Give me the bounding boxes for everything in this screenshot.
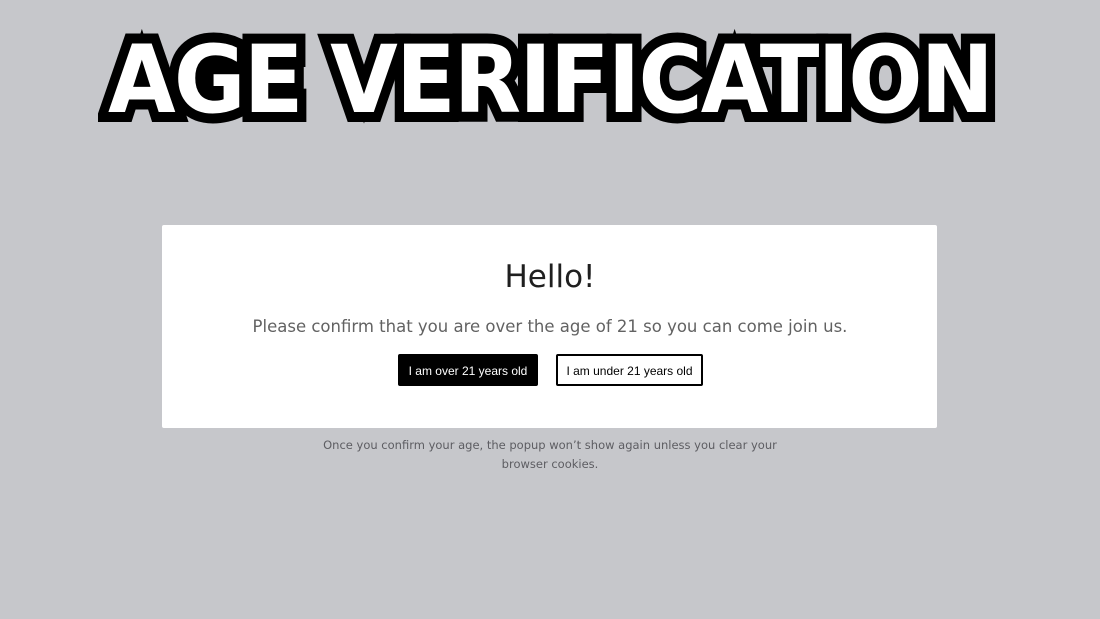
banner-title: AGE VERIFICATION bbox=[99, 16, 1003, 145]
modal-message: Please confirm that you are over the age… bbox=[252, 317, 848, 336]
under-21-button[interactable]: I am under 21 years old bbox=[556, 354, 703, 386]
modal-heading: Hello! bbox=[504, 259, 596, 295]
footnote-text: Once you confirm your age, the popup won… bbox=[323, 438, 777, 471]
over-21-button[interactable]: I am over 21 years old bbox=[398, 354, 538, 386]
